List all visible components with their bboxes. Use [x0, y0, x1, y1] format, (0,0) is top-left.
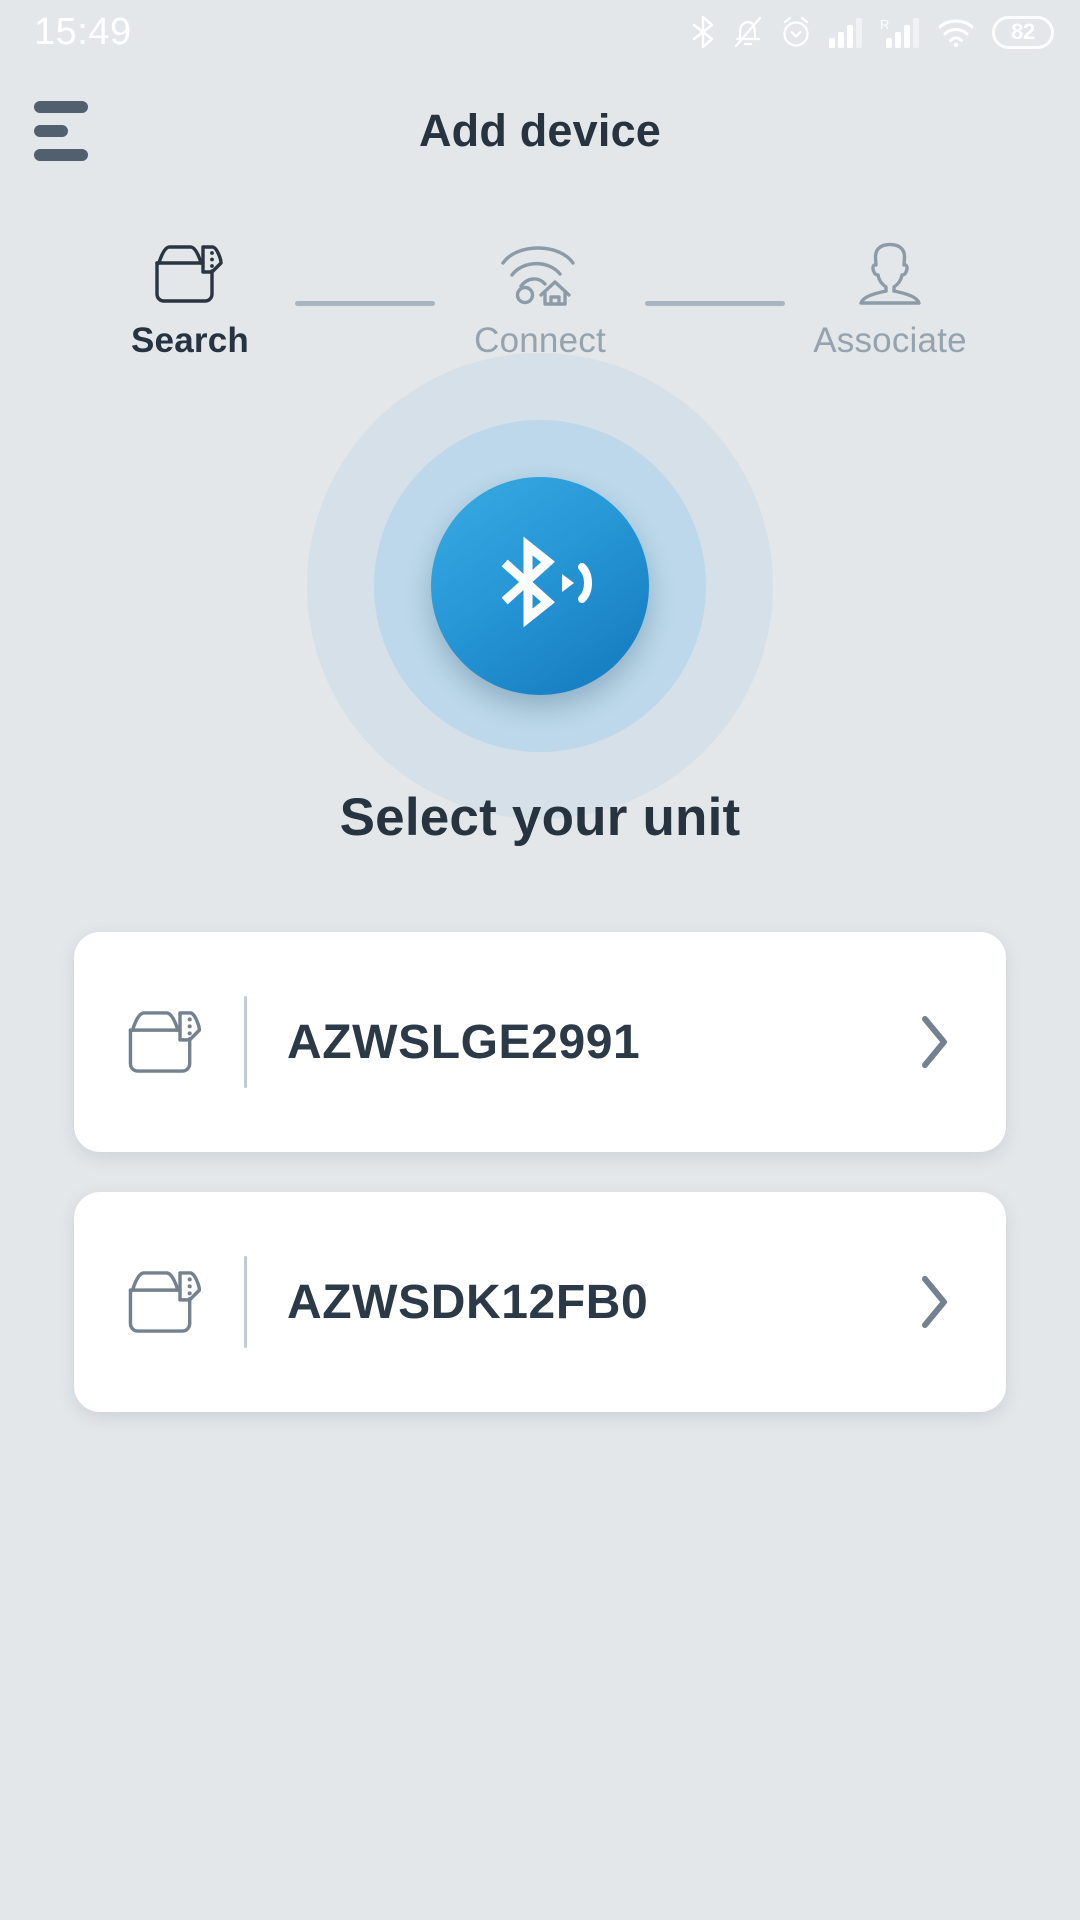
menu-bar-top	[34, 100, 88, 113]
step-search[interactable]: Search	[85, 241, 295, 361]
bluetooth-broadcast-icon	[486, 536, 594, 636]
svg-text:R: R	[880, 17, 889, 32]
battery-indicator: 82	[992, 15, 1054, 49]
bell-muted-icon	[733, 15, 763, 49]
device-unit-icon	[124, 1006, 208, 1078]
bluetooth-scanner	[0, 353, 1080, 819]
device-card[interactable]: AZWSLGE2991	[74, 932, 1006, 1152]
app-screen: 15:49 R 82 Add device Search Connect Ass…	[0, 0, 1080, 1920]
signal-bars-roaming-icon: R	[880, 16, 920, 48]
page-title: Add device	[418, 104, 662, 156]
device-card[interactable]: AZWSDK12FB0	[74, 1192, 1006, 1412]
status-bar: 15:49 R 82	[0, 0, 1080, 64]
step-label-associate: Associate	[813, 321, 967, 360]
card-divider	[244, 1256, 247, 1348]
bluetooth-icon	[690, 15, 716, 49]
battery-level: 82	[1011, 19, 1035, 44]
person-icon	[854, 241, 926, 307]
signal-bars-icon	[829, 16, 863, 48]
alarm-clock-icon	[780, 15, 812, 49]
wifi-icon	[937, 17, 975, 47]
device-unit-icon	[151, 241, 229, 307]
device-unit-icon	[124, 1266, 208, 1338]
status-time: 15:49	[34, 11, 132, 53]
menu-bar-middle	[34, 124, 68, 137]
chevron-right-icon[interactable]	[914, 1271, 954, 1333]
stepper-connector-2	[645, 301, 785, 306]
wifi-house-icon	[497, 241, 583, 307]
pulse-ring-outer	[307, 353, 773, 819]
step-connect[interactable]: Connect	[435, 241, 645, 361]
step-label-search: Search	[131, 321, 249, 360]
device-name: AZWSDK12FB0	[287, 1275, 649, 1329]
section-heading: Select your unit	[339, 788, 741, 847]
app-bar: Add device	[0, 64, 1080, 197]
device-list: AZWSLGE2991 AZWSDK12FB0	[0, 932, 1080, 1412]
stepper-connector-1	[295, 301, 435, 306]
chevron-right-icon[interactable]	[914, 1011, 954, 1073]
device-name: AZWSLGE2991	[287, 1015, 641, 1069]
status-icon-tray: R 82	[690, 15, 1054, 49]
pulse-ring-middle	[374, 420, 706, 752]
step-associate[interactable]: Associate	[785, 241, 995, 361]
bluetooth-scan-button[interactable]	[431, 477, 649, 695]
menu-bar-bottom	[34, 148, 88, 161]
hamburger-menu-icon[interactable]	[34, 100, 104, 162]
card-divider	[244, 996, 247, 1088]
progress-stepper: Search Connect Associate	[0, 241, 1080, 361]
